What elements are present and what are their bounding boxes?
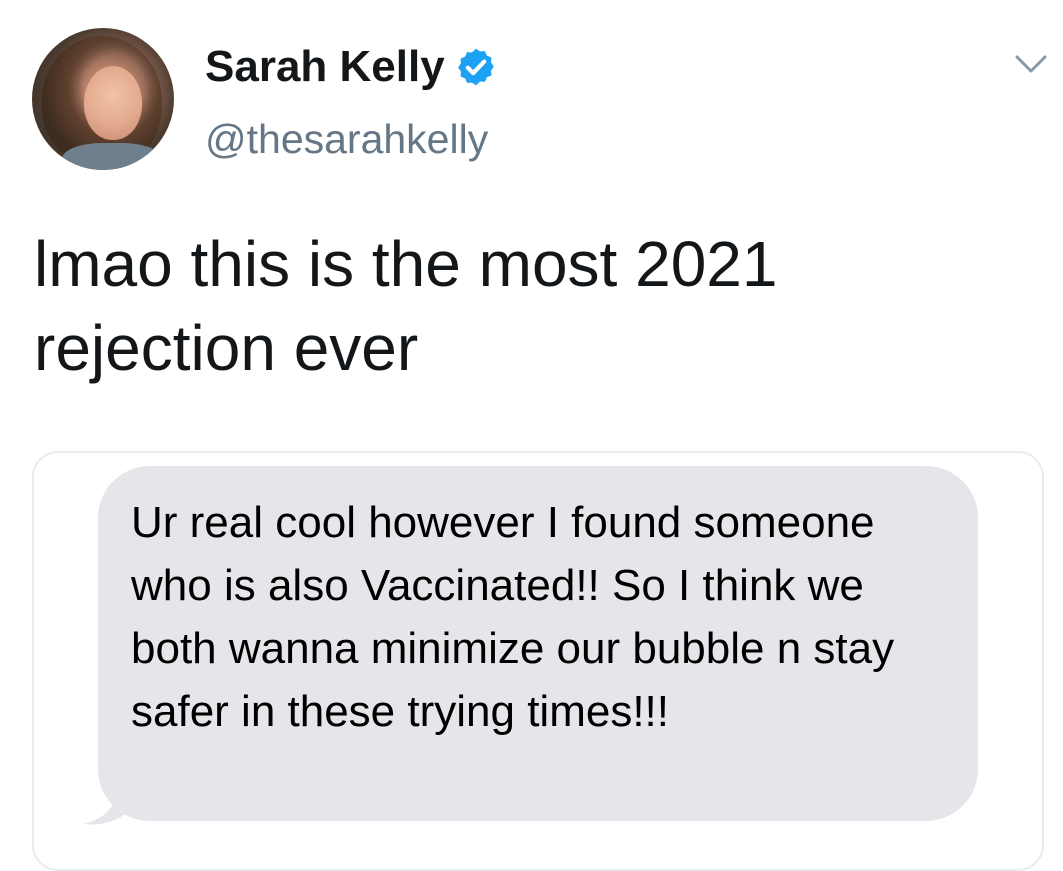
chevron-down-icon[interactable] (1014, 52, 1048, 76)
avatar-face (84, 66, 142, 140)
author-display-name[interactable]: Sarah Kelly (205, 40, 445, 94)
avatar[interactable] (32, 28, 174, 170)
tweet: Sarah Kelly @thesarahkelly lmao this is … (0, 0, 1063, 871)
author-name-row: Sarah Kelly (205, 40, 497, 94)
tweet-text: lmao this is the most 2021 rejection eve… (34, 228, 778, 384)
message-text: Ur real cool however I found someone who… (131, 498, 895, 736)
verified-check-icon (457, 48, 494, 86)
avatar-shirt (62, 143, 162, 170)
author-handle[interactable]: @thesarahkelly (205, 114, 488, 164)
